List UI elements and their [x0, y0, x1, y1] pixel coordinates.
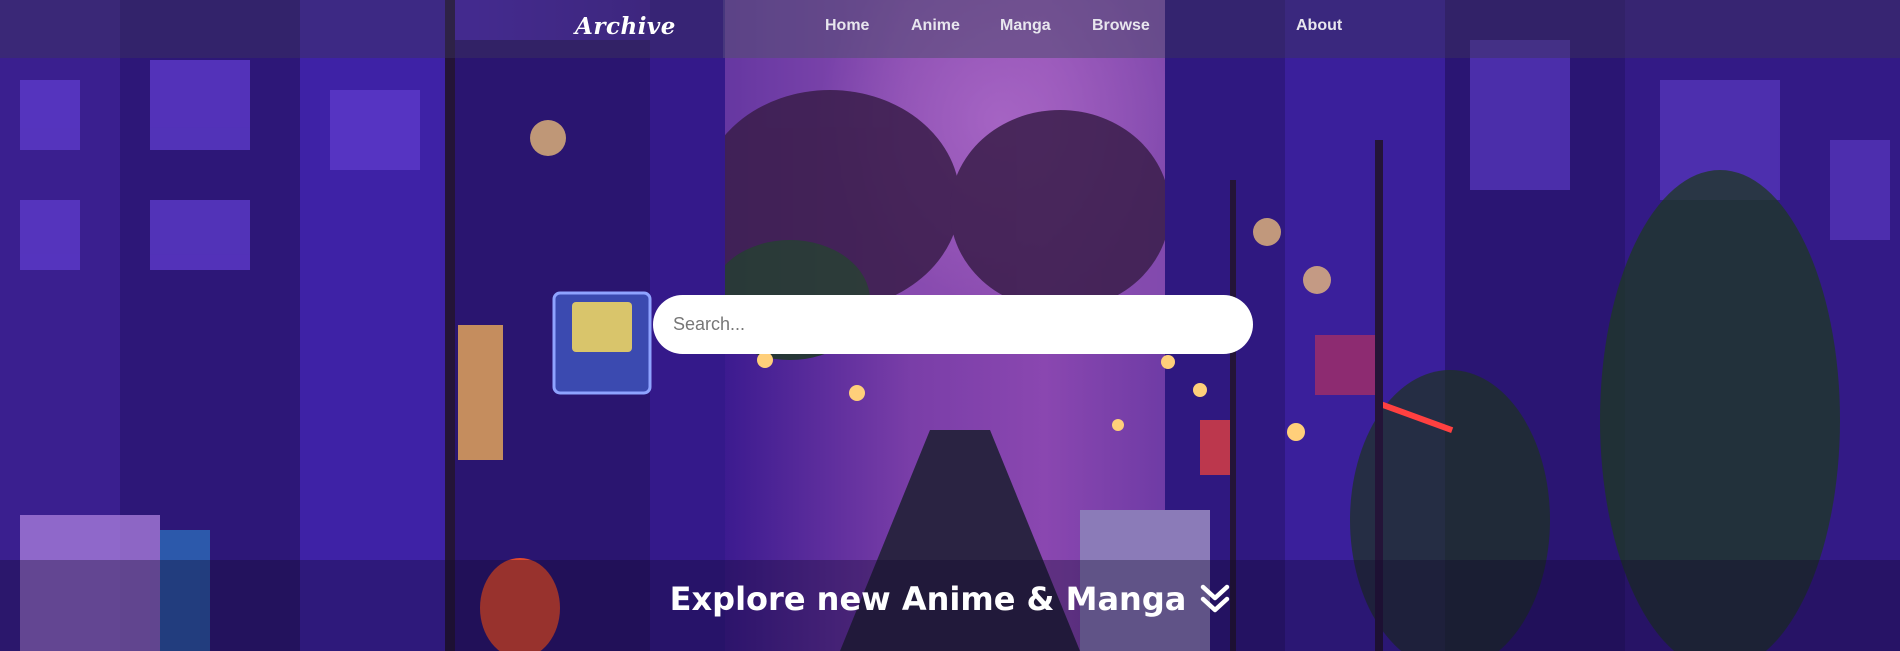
top-navbar: Archive Home Anime Manga Browse About — [0, 0, 1900, 58]
nav-link-browse[interactable]: Browse — [1092, 17, 1150, 35]
hero-section: Archive Home Anime Manga Browse About Ex… — [0, 0, 1900, 651]
double-chevron-down-icon[interactable] — [1200, 583, 1230, 615]
nav-link-anime[interactable]: Anime — [911, 17, 960, 35]
nav-link-manga[interactable]: Manga — [1000, 17, 1051, 35]
search-input[interactable] — [653, 295, 1253, 354]
explore-cta: Explore new Anime & Manga — [0, 580, 1900, 618]
explore-cta-inner: Explore new Anime & Manga — [670, 580, 1231, 618]
brand-logo[interactable]: Archive — [575, 13, 676, 40]
nav-link-about[interactable]: About — [1296, 17, 1342, 35]
search-container — [653, 295, 1253, 354]
nav-link-home[interactable]: Home — [825, 17, 869, 35]
explore-heading: Explore new Anime & Manga — [669, 580, 1187, 618]
